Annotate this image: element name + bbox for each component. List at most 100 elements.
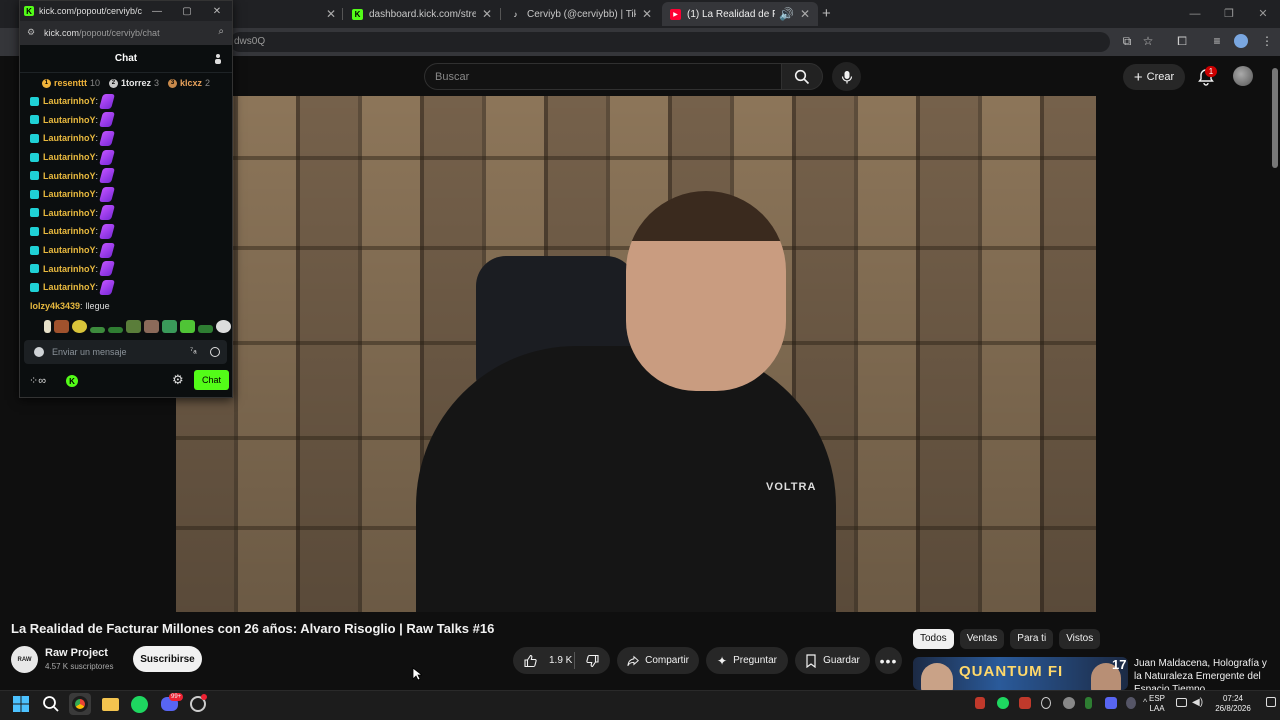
close-icon[interactable]: ✕ bbox=[642, 7, 652, 21]
users-icon[interactable] bbox=[212, 53, 224, 65]
menu-kebab-icon[interactable]: ⋮ bbox=[1260, 34, 1274, 48]
browser-tab-tiktok[interactable]: ♪ Cerviyb (@cerviybb) | TikTok ✕ bbox=[502, 2, 660, 26]
notification-center-icon[interactable] bbox=[1266, 697, 1276, 707]
chat-username[interactable]: LautarinhoY bbox=[43, 152, 96, 162]
zoom-search-icon[interactable]: ⌕ bbox=[218, 26, 224, 37]
save-button[interactable]: Guardar bbox=[795, 647, 870, 674]
input-language[interactable]: ESP LAA bbox=[1147, 694, 1167, 714]
chip-todos[interactable]: Todos bbox=[913, 629, 954, 649]
search-input[interactable]: Buscar bbox=[424, 63, 782, 90]
spotify-tray-icon[interactable] bbox=[997, 697, 1009, 709]
subscribe-button[interactable]: Suscribirse bbox=[133, 646, 202, 672]
video-player[interactable]: VOLTRA bbox=[176, 96, 1096, 612]
network-icon[interactable] bbox=[1176, 698, 1187, 707]
search-button[interactable] bbox=[781, 63, 823, 90]
chat-username[interactable]: LautarinhoY bbox=[43, 189, 96, 199]
voice-search-button[interactable] bbox=[832, 62, 861, 91]
emote[interactable] bbox=[216, 320, 231, 333]
minimize-icon[interactable]: — bbox=[1178, 0, 1212, 28]
leaderboard-entry[interactable]: 1 resenttt 10 bbox=[41, 78, 100, 88]
chat-message[interactable]: LautarinhoY: bbox=[30, 222, 230, 241]
emote[interactable] bbox=[162, 320, 177, 333]
close-icon[interactable]: ✕ bbox=[202, 6, 232, 17]
translate-icon[interactable]: ⁷ₐ bbox=[190, 345, 204, 355]
chat-message[interactable]: LautarinhoY: bbox=[30, 111, 230, 130]
browser-tab-blank[interactable]: ✕ bbox=[232, 2, 344, 26]
kick-k-icon[interactable]: K bbox=[66, 375, 78, 387]
browser-tab-kick-dashboard[interactable]: K dashboard.kick.com/stream ✕ bbox=[344, 2, 500, 26]
shield-icon[interactable] bbox=[34, 347, 44, 357]
chat-message[interactable]: lolzy4k3439: llegue bbox=[30, 297, 230, 316]
close-icon[interactable]: ✕ bbox=[326, 7, 336, 21]
obs-tray-icon[interactable] bbox=[1041, 697, 1051, 709]
chat-username[interactable]: LautarinhoY bbox=[43, 245, 96, 255]
emote[interactable] bbox=[44, 320, 51, 333]
dislike-button[interactable] bbox=[576, 647, 610, 674]
close-icon[interactable]: ✕ bbox=[482, 7, 492, 21]
browser-tab-youtube[interactable]: ▶ (1) La Realidad de Facturar M 🔊 ✕ bbox=[662, 2, 818, 26]
install-app-icon[interactable]: ⧉ bbox=[1120, 34, 1134, 48]
chip-ventas[interactable]: Ventas bbox=[959, 629, 1005, 649]
share-button[interactable]: Compartir bbox=[617, 647, 699, 674]
chrome-tray-icon[interactable] bbox=[1063, 697, 1075, 709]
steam-tray-icon[interactable] bbox=[1126, 697, 1136, 709]
emote[interactable] bbox=[126, 320, 141, 333]
maximize-icon[interactable]: ▢ bbox=[172, 6, 202, 17]
chat-username[interactable]: LautarinhoY bbox=[43, 208, 96, 218]
windows-start-icon[interactable] bbox=[10, 693, 32, 715]
new-tab-icon[interactable]: + bbox=[822, 5, 831, 22]
microphone-muted-icon[interactable] bbox=[975, 697, 985, 709]
profile-avatar-icon[interactable] bbox=[1234, 34, 1248, 48]
send-chat-button[interactable]: Chat bbox=[194, 370, 229, 390]
emote[interactable] bbox=[72, 320, 87, 333]
discord-tray-icon[interactable] bbox=[1105, 697, 1117, 709]
emote[interactable] bbox=[108, 327, 123, 333]
chat-message[interactable]: LautarinhoY: bbox=[30, 148, 230, 167]
extensions-icon[interactable]: ⧠ bbox=[1175, 34, 1189, 48]
create-button[interactable]: + Crear bbox=[1123, 64, 1185, 90]
emote[interactable] bbox=[90, 327, 105, 333]
leaderboard-entry[interactable]: 3 klcxz 2 bbox=[168, 78, 210, 88]
scrollbar-thumb[interactable] bbox=[1272, 68, 1278, 168]
chat-username[interactable]: LautarinhoY bbox=[43, 96, 96, 106]
recommendation-title[interactable]: Juan Maldacena, Holografía y la Naturale… bbox=[1134, 657, 1274, 690]
close-icon[interactable]: ✕ bbox=[800, 7, 810, 21]
emote[interactable] bbox=[180, 320, 195, 333]
chat-username[interactable]: LautarinhoY bbox=[43, 226, 96, 236]
emote[interactable] bbox=[54, 320, 69, 333]
chat-username[interactable]: LautarinhoY bbox=[43, 282, 96, 292]
chat-message[interactable]: LautarinhoY: bbox=[30, 129, 230, 148]
account-avatar[interactable] bbox=[1233, 66, 1253, 86]
site-info-icon[interactable]: ⚙ bbox=[27, 27, 35, 38]
search-icon[interactable] bbox=[40, 693, 62, 715]
url-field[interactable]: dws0Q bbox=[230, 32, 1110, 52]
ask-button[interactable]: ✦ Preguntar bbox=[706, 647, 788, 674]
recommendation-thumbnail[interactable]: QUANTUM FI bbox=[913, 657, 1128, 690]
chat-message[interactable]: LautarinhoY: bbox=[30, 241, 230, 260]
more-actions-button[interactable]: ••• bbox=[875, 647, 902, 674]
chat-message[interactable]: LautarinhoY: bbox=[30, 259, 230, 278]
bookmark-star-icon[interactable]: ☆ bbox=[1141, 34, 1155, 48]
shared-chat-icon[interactable]: ⁘∞ bbox=[29, 374, 46, 387]
file-explorer-icon[interactable] bbox=[99, 693, 121, 715]
volume-icon[interactable]: ◀) bbox=[1192, 697, 1204, 709]
channel-avatar[interactable]: RAW bbox=[11, 646, 38, 673]
emote[interactable] bbox=[144, 320, 159, 333]
tray-app-icon[interactable] bbox=[1085, 697, 1092, 709]
chat-message[interactable]: LautarinhoY: bbox=[30, 92, 230, 111]
emoji-icon[interactable] bbox=[210, 347, 220, 357]
chat-message[interactable]: LautarinhoY: bbox=[30, 166, 230, 185]
chat-username[interactable]: LautarinhoY bbox=[43, 264, 96, 274]
spotify-icon[interactable] bbox=[128, 693, 150, 715]
chat-message[interactable]: LautarinhoY: bbox=[30, 278, 230, 297]
record-tray-icon[interactable] bbox=[1019, 697, 1031, 709]
emote[interactable] bbox=[198, 325, 213, 333]
chat-username[interactable]: lolzy4k3439 bbox=[30, 301, 80, 311]
chat-username[interactable]: LautarinhoY bbox=[43, 171, 96, 181]
maximize-icon[interactable]: ❐ bbox=[1212, 0, 1246, 28]
media-controls-icon[interactable]: ≡ bbox=[1210, 34, 1224, 48]
channel-name[interactable]: Raw Project bbox=[45, 647, 108, 659]
chip-vistos[interactable]: Vistos bbox=[1059, 629, 1101, 649]
popout-url-bar[interactable]: ⚙ kick.com/popout/cerviyb/chat ⌕ bbox=[20, 21, 232, 45]
settings-gear-icon[interactable]: ⚙ bbox=[172, 372, 184, 388]
